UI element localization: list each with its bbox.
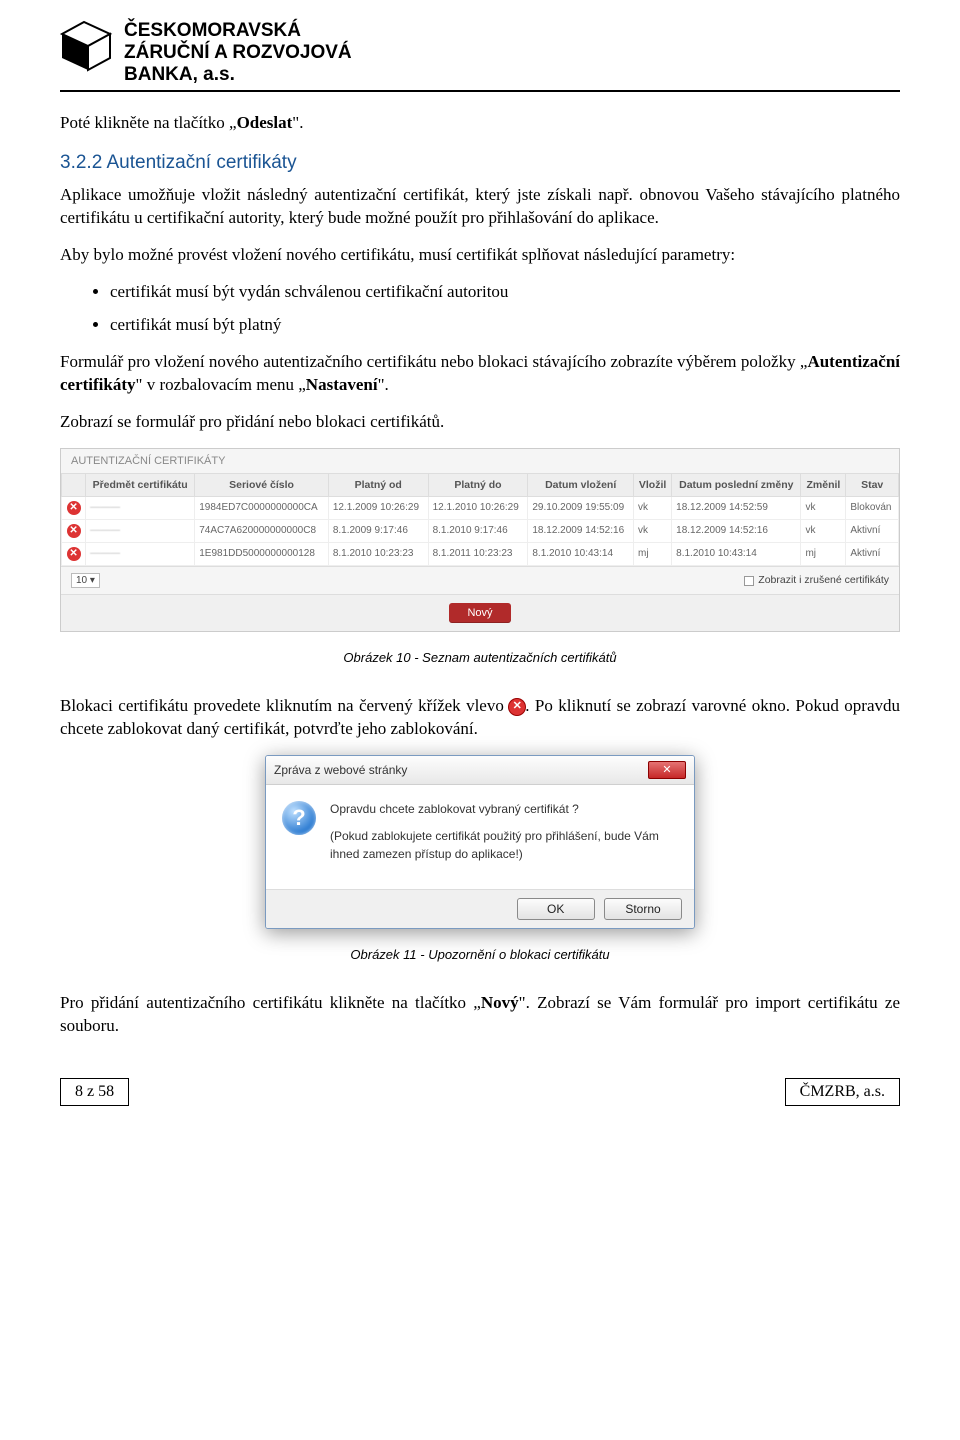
- cell-from: 8.1.2010 10:23:23: [328, 542, 428, 565]
- page-number: 8 z 58: [60, 1078, 129, 1106]
- delete-row-icon[interactable]: ✕: [67, 524, 81, 538]
- cell-from: 12.1.2009 10:26:29: [328, 496, 428, 519]
- paragraph-5: Blokaci certifikátu provedete kliknutím …: [60, 695, 900, 741]
- section-heading: 3.2.2 Autentizační certifikáty: [60, 152, 900, 174]
- table-row: ✕ ———1E981DD50000000001288.1.2010 10:23:2…: [62, 542, 899, 565]
- col-valid-from: Platný od: [328, 473, 428, 496]
- page-footer: 8 z 58 ČMZRB, a.s.: [60, 1078, 900, 1106]
- col-valid-to: Platný do: [428, 473, 528, 496]
- company-name: ČESKOMORAVSKÁ ZÁRUČNÍ A ROZVOJOVÁ BANKA,…: [124, 20, 352, 86]
- table-header-row: Předmět certifikátu Seriové číslo Platný…: [62, 473, 899, 496]
- delete-row-icon[interactable]: ✕: [67, 547, 81, 561]
- confirm-dialog: Zpráva z webové stránky ✕ ? Opravdu chce…: [265, 755, 695, 929]
- cell-to: 8.1.2010 9:17:46: [428, 519, 528, 542]
- paragraph-6: Pro přidání autentizačního certifikátu k…: [60, 992, 900, 1038]
- cell-serial: 1984ED7C0000000000CA: [195, 496, 329, 519]
- paragraph-4: Zobrazí se formulář pro přidání nebo blo…: [60, 411, 900, 434]
- cell-by: mj: [633, 542, 671, 565]
- col-changed: Datum poslední změny: [672, 473, 801, 496]
- cell-by: vk: [633, 519, 671, 542]
- cell-serial: 1E981DD5000000000128: [195, 542, 329, 565]
- cell-serial: 74AC7A620000000000C8: [195, 519, 329, 542]
- certificates-table: Předmět certifikátu Seriové číslo Platný…: [61, 473, 899, 566]
- cell-chgby: vk: [801, 519, 846, 542]
- paragraph-3: Formulář pro vložení nového autentizační…: [60, 351, 900, 397]
- col-changed-by: Změnil: [801, 473, 846, 496]
- figure-caption-11: Obrázek 11 - Upozornění o blokaci certif…: [60, 947, 900, 962]
- cell-inserted: 18.12.2009 14:52:16: [528, 519, 634, 542]
- panel-title: AUTENTIZAČNÍ CERTIFIKÁTY: [61, 449, 899, 473]
- table-row: ✕ ———1984ED7C0000000000CA12.1.2009 10:26:…: [62, 496, 899, 519]
- cell-changed: 8.1.2010 10:43:14: [672, 542, 801, 565]
- cell-by: vk: [633, 496, 671, 519]
- show-cancelled-toggle[interactable]: Zobrazit i zrušené certifikáty: [744, 574, 889, 586]
- paragraph-2: Aby bylo možné provést vložení nového ce…: [60, 244, 900, 267]
- cell-status: Blokován: [846, 496, 899, 519]
- question-icon: ?: [282, 801, 316, 835]
- dialog-ok-button[interactable]: OK: [517, 898, 595, 920]
- cell-to: 8.1.2011 10:23:23: [428, 542, 528, 565]
- cell-subject: ———: [86, 542, 195, 565]
- page-size-select[interactable]: 10 ▾: [71, 573, 100, 588]
- col-inserted: Datum vložení: [528, 473, 634, 496]
- col-subject: Předmět certifikátu: [86, 473, 195, 496]
- table-row: ✕ ———74AC7A620000000000C88.1.2009 9:17:46…: [62, 519, 899, 542]
- cell-to: 12.1.2010 10:26:29: [428, 496, 528, 519]
- cell-inserted: 29.10.2009 19:55:09: [528, 496, 634, 519]
- cell-from: 8.1.2009 9:17:46: [328, 519, 428, 542]
- cell-inserted: 8.1.2010 10:43:14: [528, 542, 634, 565]
- requirements-list: certifikát musí být vydán schválenou cer…: [60, 281, 900, 337]
- list-item: certifikát musí být vydán schválenou cer…: [110, 281, 900, 304]
- footer-company: ČMZRB, a.s.: [785, 1078, 900, 1106]
- col-inserted-by: Vložil: [633, 473, 671, 496]
- col-serial: Seriové číslo: [195, 473, 329, 496]
- list-item: certifikát musí být platný: [110, 314, 900, 337]
- instruction-send: Poté klikněte na tlačítko „Odeslat".: [60, 112, 900, 135]
- cell-status: Aktivní: [846, 542, 899, 565]
- paragraph-1: Aplikace umožňuje vložit následný autent…: [60, 184, 900, 230]
- cell-subject: ———: [86, 519, 195, 542]
- logo-icon: [60, 20, 114, 74]
- cell-subject: ———: [86, 496, 195, 519]
- cell-chgby: mj: [801, 542, 846, 565]
- dialog-title: Zpráva z webové stránky: [274, 763, 407, 777]
- dialog-text: Opravdu chcete zablokovat vybraný certif…: [330, 801, 678, 873]
- company-header: ČESKOMORAVSKÁ ZÁRUČNÍ A ROZVOJOVÁ BANKA,…: [60, 20, 900, 86]
- cell-changed: 18.12.2009 14:52:59: [672, 496, 801, 519]
- dialog-close-button[interactable]: ✕: [648, 761, 686, 779]
- col-status: Stav: [846, 473, 899, 496]
- delete-icon: ✕: [509, 699, 525, 715]
- dialog-cancel-button[interactable]: Storno: [604, 898, 682, 920]
- figure-caption-10: Obrázek 10 - Seznam autentizačních certi…: [60, 650, 900, 665]
- new-button[interactable]: Nový: [449, 603, 510, 623]
- cell-changed: 18.12.2009 14:52:16: [672, 519, 801, 542]
- col-action: [62, 473, 86, 496]
- certificates-panel: AUTENTIZAČNÍ CERTIFIKÁTY Předmět certifi…: [60, 448, 900, 632]
- cell-chgby: vk: [801, 496, 846, 519]
- cell-status: Aktivní: [846, 519, 899, 542]
- delete-row-icon[interactable]: ✕: [67, 501, 81, 515]
- header-divider: [60, 90, 900, 92]
